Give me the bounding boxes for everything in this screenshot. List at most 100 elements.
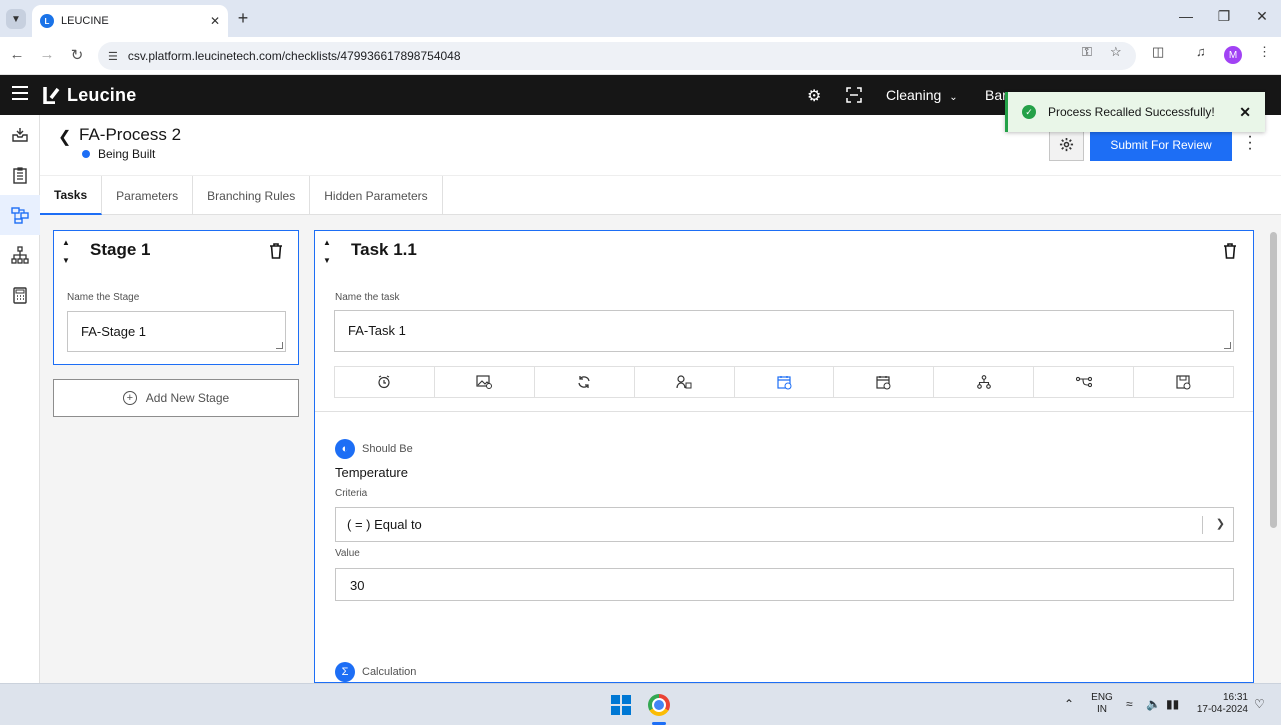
move-up-icon[interactable]: ▲ bbox=[60, 237, 72, 249]
facility-selector[interactable]: Cleaning ⌄ bbox=[886, 87, 958, 103]
jobs-nav[interactable] bbox=[0, 155, 40, 195]
timer-tool[interactable] bbox=[335, 367, 435, 397]
stage-card[interactable]: ▲ ▼ Stage 1 Name the Stage FA-Stage 1 bbox=[53, 230, 299, 365]
tab-branching-rules[interactable]: Branching Rules bbox=[193, 176, 311, 215]
close-window-button[interactable]: ✕ bbox=[1252, 8, 1272, 25]
resize-handle-icon[interactable] bbox=[276, 342, 283, 349]
bookmark-star-icon[interactable]: ☆ bbox=[1110, 44, 1122, 60]
battery-icon[interactable]: ▮▮ bbox=[1166, 697, 1179, 711]
wifi-icon[interactable]: ≈ bbox=[1126, 697, 1133, 711]
inbox-icon bbox=[12, 128, 28, 142]
back-arrow-icon[interactable]: ← bbox=[8, 46, 26, 63]
close-tab-icon[interactable]: ✕ bbox=[210, 14, 220, 28]
delete-stage-icon[interactable] bbox=[269, 243, 283, 259]
new-tab-button[interactable]: + bbox=[234, 8, 252, 29]
schedule-tool[interactable] bbox=[735, 367, 835, 397]
page-scrollbar[interactable] bbox=[1270, 232, 1277, 528]
resize-handle-icon[interactable] bbox=[1224, 342, 1231, 349]
media-control-icon[interactable]: ♫ bbox=[1196, 44, 1206, 59]
move-down-icon[interactable]: ▼ bbox=[60, 255, 72, 267]
more-options-icon[interactable]: · · · bbox=[1243, 129, 1257, 157]
windows-start-icon[interactable] bbox=[611, 695, 631, 715]
recurrence-icon bbox=[578, 376, 590, 388]
scan-icon[interactable] bbox=[846, 87, 862, 103]
add-new-stage-button[interactable]: + Add New Stage bbox=[53, 379, 299, 417]
branching-tool[interactable] bbox=[1034, 367, 1135, 397]
toast-message: Process Recalled Successfully! bbox=[1048, 105, 1215, 119]
save-form-icon bbox=[1176, 374, 1191, 389]
inbox-nav[interactable] bbox=[0, 115, 40, 155]
clipboard-list-icon bbox=[13, 167, 27, 184]
value-input[interactable]: 30 bbox=[335, 568, 1234, 601]
tab-search-button[interactable]: ▼ bbox=[6, 9, 26, 29]
parameter-header: ◐ Should Be bbox=[335, 439, 413, 459]
image-icon bbox=[476, 375, 493, 389]
reports-nav[interactable] bbox=[0, 275, 40, 315]
chevron-down-icon[interactable]: ❯ bbox=[1216, 517, 1225, 530]
ontology-nav[interactable] bbox=[0, 235, 40, 275]
tab-parameters[interactable]: Parameters bbox=[102, 176, 194, 215]
task-name-value: FA-Task 1 bbox=[348, 323, 406, 338]
save-form-tool[interactable] bbox=[1134, 367, 1233, 397]
status-dot-icon bbox=[82, 150, 90, 158]
criteria-select[interactable]: ( = ) Equal to ❯ bbox=[335, 507, 1234, 542]
brand-name: Leucine bbox=[67, 85, 137, 105]
task-editor: ▲ ▼ Task 1.1 Name the task FA-Task 1 ◐ S… bbox=[314, 230, 1254, 683]
leucine-favicon-icon: L bbox=[40, 14, 54, 28]
browser-menu-icon[interactable]: ⋮ bbox=[1258, 44, 1271, 60]
reload-icon[interactable]: ↻ bbox=[68, 46, 86, 64]
user-menu[interactable]: Bar bbox=[985, 87, 1007, 103]
minimize-button[interactable]: — bbox=[1176, 8, 1196, 24]
forward-arrow-icon[interactable]: → bbox=[38, 46, 56, 63]
os-taskbar: ⌃ ENG IN ≈ 🔈 ▮▮ 16:31 17-04-2024 ♡ bbox=[0, 683, 1281, 725]
restore-button[interactable]: ❐ bbox=[1214, 8, 1234, 25]
hamburger-menu-icon[interactable] bbox=[12, 86, 28, 100]
submit-for-review-button[interactable]: Submit For Review bbox=[1090, 128, 1232, 161]
tab-tasks[interactable]: Tasks bbox=[40, 176, 103, 215]
recurrence-tool[interactable] bbox=[535, 367, 635, 397]
criteria-value: ( = ) Equal to bbox=[347, 517, 422, 532]
stage-name-label: Name the Stage bbox=[67, 292, 140, 303]
settings-gear-icon[interactable]: ⚙ bbox=[807, 86, 821, 106]
parameter-type: Should Be bbox=[362, 443, 413, 455]
media-tool[interactable] bbox=[435, 367, 535, 397]
stage-name-value: FA-Stage 1 bbox=[81, 324, 147, 339]
due-date-tool[interactable] bbox=[834, 367, 935, 397]
toast-close-icon[interactable]: ✕ bbox=[1239, 104, 1251, 121]
site-info-icon[interactable]: ☰ bbox=[108, 50, 118, 63]
language-indicator[interactable]: ENG IN bbox=[1090, 692, 1114, 716]
stage-name-input[interactable]: FA-Stage 1 bbox=[67, 311, 286, 352]
delete-task-icon[interactable] bbox=[1223, 243, 1237, 259]
profile-avatar[interactable]: M bbox=[1224, 46, 1242, 64]
password-key-icon[interactable]: ⚿ bbox=[1082, 44, 1092, 60]
clock-date: 17-04-2024 bbox=[1196, 704, 1248, 715]
move-down-icon[interactable]: ▼ bbox=[321, 255, 333, 267]
task-reorder-control[interactable]: ▲ ▼ bbox=[321, 237, 333, 267]
chrome-app-icon[interactable] bbox=[648, 694, 670, 716]
section-divider bbox=[315, 411, 1253, 412]
stage-reorder-control[interactable]: ▲ ▼ bbox=[60, 237, 72, 267]
move-up-icon[interactable]: ▲ bbox=[321, 237, 333, 249]
notification-bell-icon[interactable]: ♡ bbox=[1254, 697, 1265, 711]
volume-icon[interactable]: 🔈 bbox=[1146, 697, 1161, 711]
process-settings-button[interactable] bbox=[1049, 128, 1084, 161]
language-region: IN bbox=[1097, 704, 1107, 715]
chevron-down-icon: ⌄ bbox=[949, 92, 958, 103]
branch-icon bbox=[1075, 376, 1092, 388]
show-hidden-icons-chevron-icon[interactable]: ⌃ bbox=[1064, 697, 1074, 711]
back-chevron-icon[interactable]: ❮ bbox=[58, 127, 71, 147]
extensions-icon[interactable]: ◫ bbox=[1152, 44, 1164, 60]
browser-tab[interactable]: L LEUCINE ✕ bbox=[32, 5, 228, 37]
task-name-label: Name the task bbox=[335, 292, 400, 303]
processes-nav[interactable] bbox=[0, 195, 40, 235]
task-name-input[interactable]: FA-Task 1 bbox=[334, 310, 1234, 352]
hierarchy-tool[interactable] bbox=[934, 367, 1035, 397]
clock[interactable]: 16:31 17-04-2024 bbox=[1190, 692, 1248, 716]
sigma-icon: Σ bbox=[335, 662, 355, 682]
tab-hidden-parameters[interactable]: Hidden Parameters bbox=[310, 176, 443, 215]
process-title: FA-Process 2 bbox=[79, 125, 182, 144]
side-nav bbox=[0, 115, 40, 683]
process-status: Being Built bbox=[98, 147, 156, 161]
address-bar[interactable]: ☰ csv.platform.leucinetech.com/checklist… bbox=[98, 42, 1136, 70]
assignee-tool[interactable] bbox=[635, 367, 735, 397]
